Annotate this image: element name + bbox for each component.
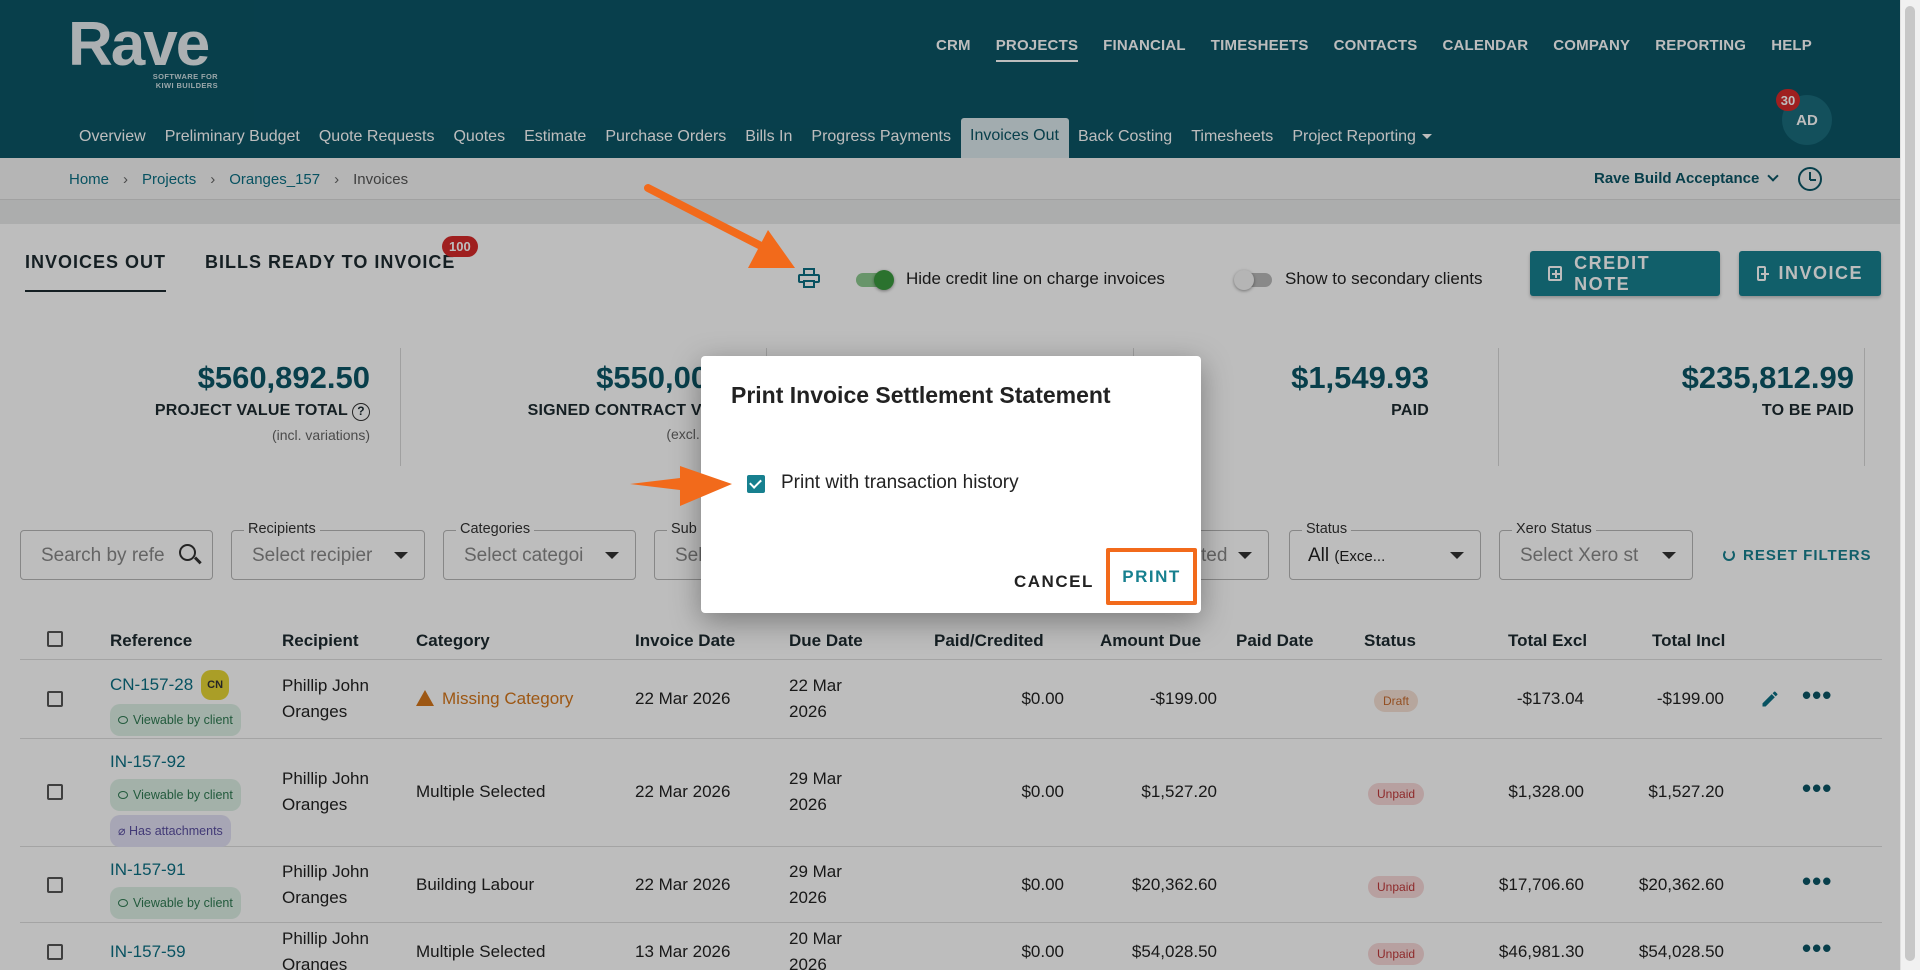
dialog-title: Print Invoice Settlement Statement — [731, 382, 1111, 408]
scrollbar-thumb[interactable] — [1905, 6, 1915, 961]
transaction-history-label[interactable]: Print with transaction history — [781, 472, 1019, 494]
print-settlement-dialog: Print Invoice Settlement Statement Print… — [701, 356, 1201, 613]
print-button[interactable]: PRINT — [1106, 548, 1197, 605]
page-scrollbar[interactable] — [1900, 0, 1920, 970]
transaction-history-checkbox[interactable] — [747, 475, 765, 493]
cancel-button[interactable]: CANCEL — [1014, 572, 1094, 592]
